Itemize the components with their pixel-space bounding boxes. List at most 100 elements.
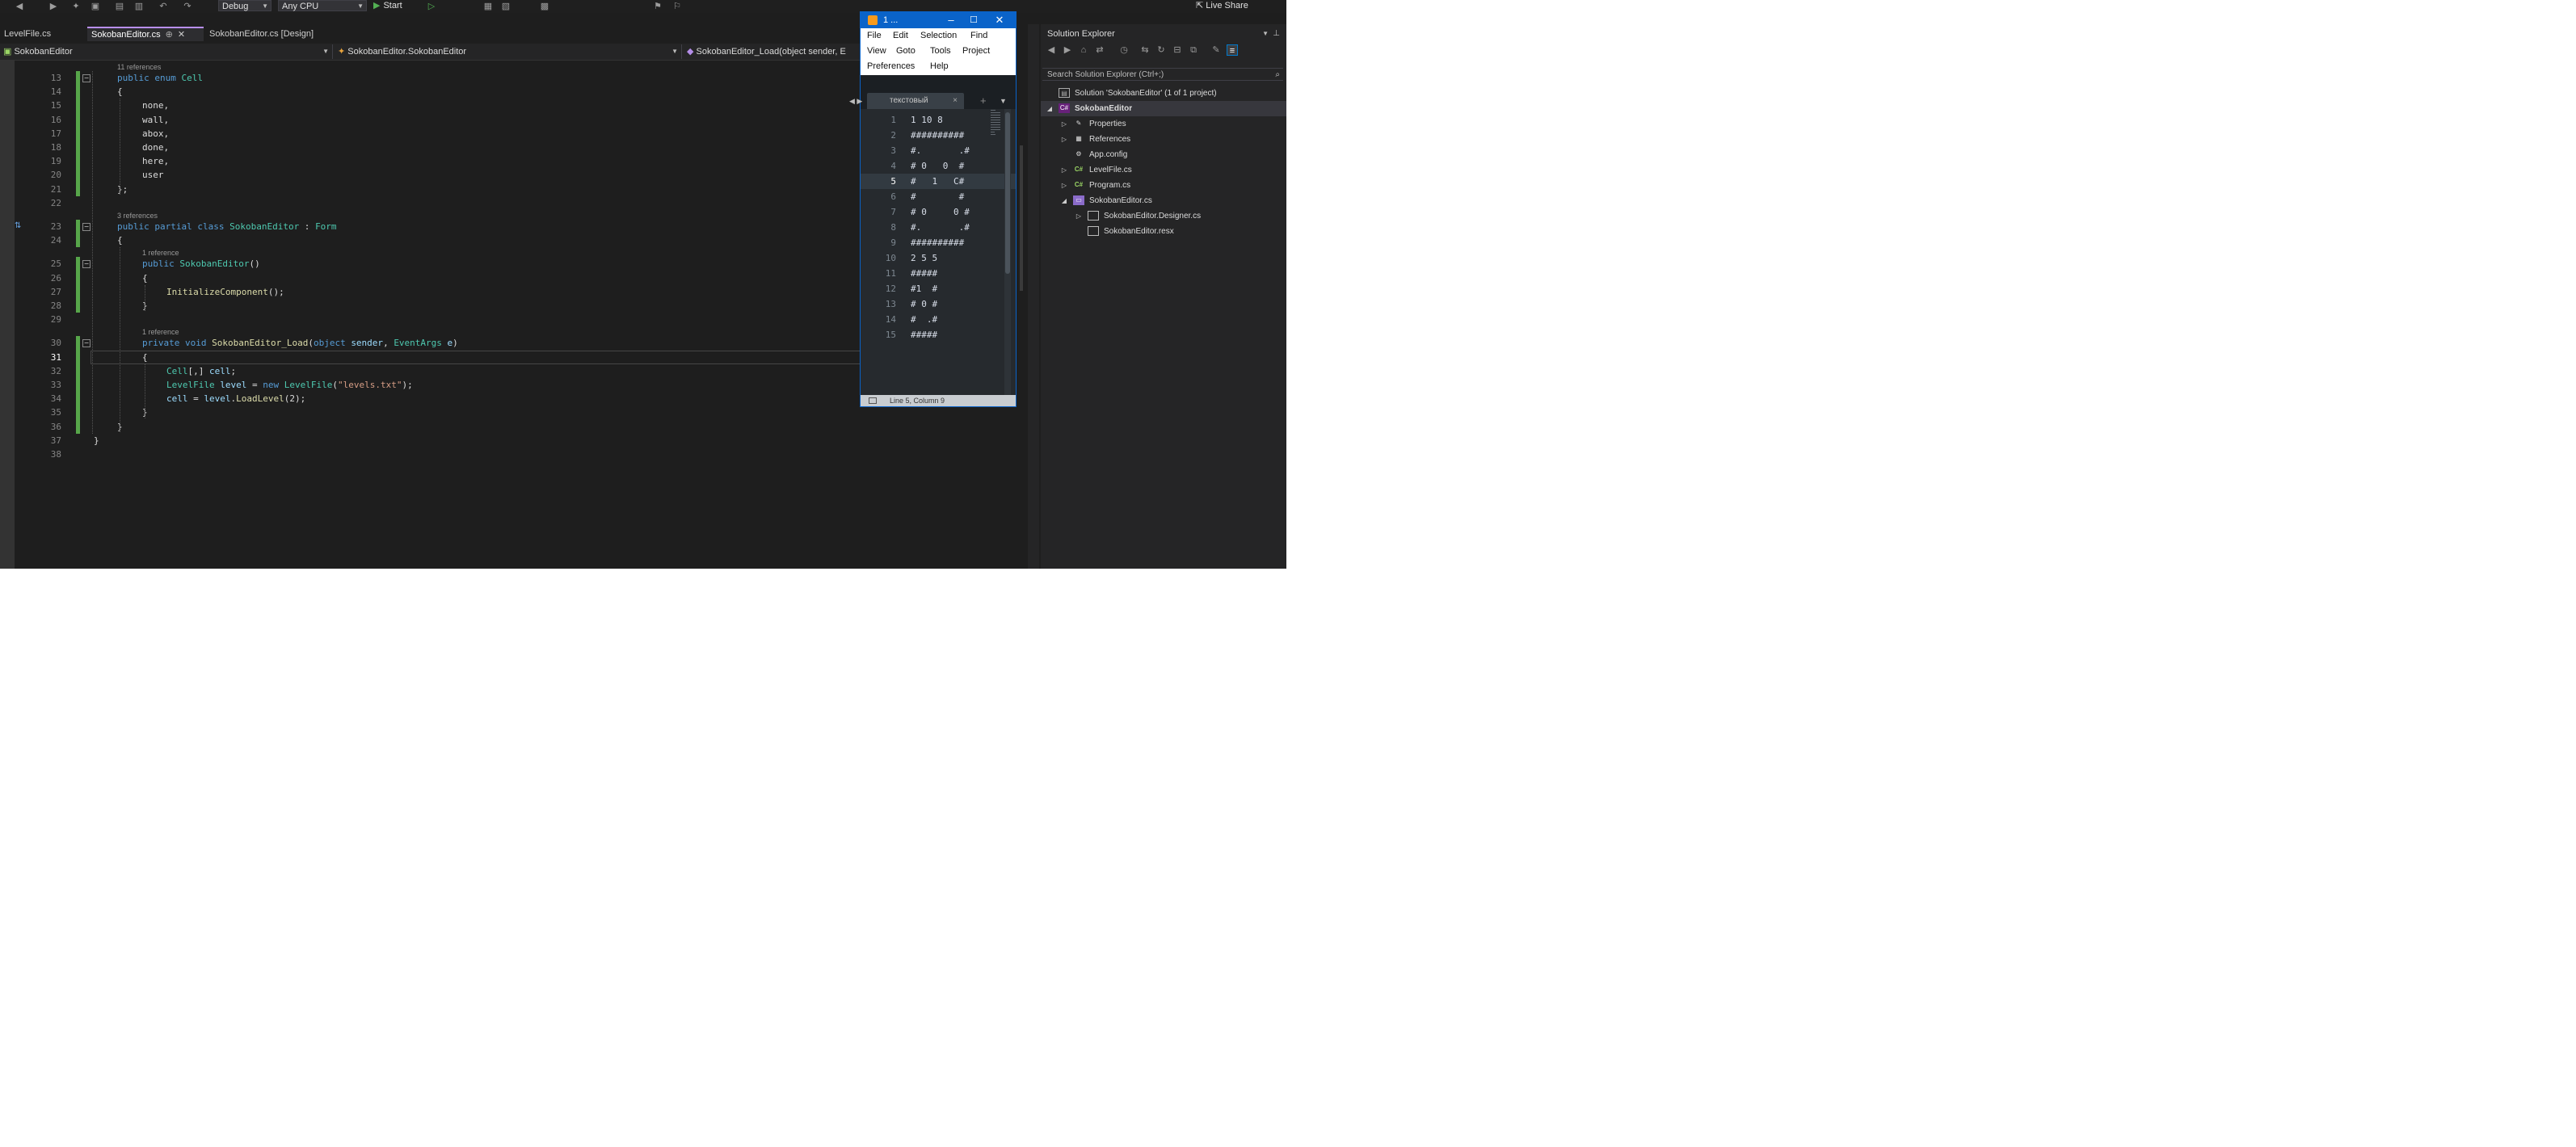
solution-search-input[interactable]: Search Solution Explorer (Ctrl+;) ⌕ <box>1042 68 1283 81</box>
line-number: 6 <box>890 191 896 202</box>
show-all-files-icon[interactable]: ⧉ <box>1188 44 1199 56</box>
code-token: cell <box>209 365 231 376</box>
layout-icon[interactable]: ▧ <box>501 2 511 11</box>
start-button[interactable]: ▶ Start <box>373 0 402 11</box>
code-text: private void SokobanEditor_Load(object s… <box>142 336 458 350</box>
save-all-icon[interactable]: ▥ <box>134 2 144 11</box>
collapsed-arrow-icon[interactable]: ▷ <box>1075 208 1083 224</box>
collapsed-arrow-icon[interactable]: ▷ <box>1060 116 1068 132</box>
tree-item[interactable]: ▷ SokobanEditor.Designer.cs <box>1041 208 1286 224</box>
forward-icon[interactable]: ▶ <box>1062 44 1073 56</box>
menu-find[interactable]: Find <box>970 30 987 41</box>
pin-icon[interactable]: ⊥ <box>1273 27 1280 40</box>
tree-item[interactable]: ▤ Solution 'SokobanEditor' (1 of 1 projec… <box>1041 86 1286 101</box>
line-number: 10 <box>885 253 896 263</box>
save-icon[interactable]: ▤ <box>115 2 124 11</box>
sync-icon[interactable]: ⇆ <box>1139 44 1151 56</box>
collapse-icon[interactable]: − <box>82 74 90 82</box>
code-token: sender <box>351 338 384 349</box>
text-line: 6 # # <box>861 189 1016 204</box>
back-icon[interactable]: ◀ <box>1046 44 1057 56</box>
tree-item[interactable]: ◢ C# SokobanEditor <box>1041 101 1286 116</box>
tree-item[interactable]: SokobanEditor.resx <box>1041 224 1286 239</box>
menu-tools[interactable]: Tools <box>930 45 951 57</box>
scrollbar-thumb[interactable] <box>1005 112 1010 274</box>
type-dropdown[interactable]: ✦ SokobanEditor.SokobanEditor ▼ <box>335 44 682 59</box>
add-tab-icon[interactable]: + <box>980 93 987 109</box>
menu-bar: File Edit Selection Find View Goto Tools… <box>861 28 1016 75</box>
project-dropdown[interactable]: ▣ SokobanEditor ▼ <box>0 44 333 59</box>
menu-help[interactable]: Help <box>930 61 949 72</box>
status-bar: Line 5, Column 9 <box>861 395 1016 406</box>
forward-icon[interactable]: ▶ <box>48 2 58 11</box>
menu-selection[interactable]: Selection <box>920 30 957 41</box>
maximize-icon[interactable]: ☐ <box>964 12 983 28</box>
properties-wrench-icon[interactable]: ✎ <box>1210 44 1222 56</box>
new-project-icon[interactable]: ✦ <box>71 2 81 11</box>
tab-sokobaneditor-design[interactable]: SokobanEditor.cs [Design] <box>205 27 367 41</box>
solution-icon: ▤ <box>1059 88 1070 98</box>
chevron-down-icon[interactable]: ▼ <box>1262 27 1269 40</box>
tree-item[interactable]: ▷ C# Program.cs <box>1041 178 1286 193</box>
minimize-icon[interactable]: – <box>941 12 961 28</box>
collapse-icon[interactable]: − <box>82 223 90 231</box>
tree-item[interactable]: ▷ ✎ Properties <box>1041 116 1286 132</box>
live-share-button[interactable]: ⇱ Live Share <box>1196 0 1248 11</box>
code-token: = <box>246 380 263 390</box>
redo-icon[interactable]: ↷ <box>183 2 192 11</box>
close-icon[interactable]: × <box>953 93 958 109</box>
file-tab[interactable]: ◀ ▶ текстовый × <box>849 93 964 109</box>
close-icon[interactable]: ✕ <box>178 30 185 40</box>
tree-item-label: SokobanEditor.resx <box>1104 227 1174 236</box>
undo-icon[interactable]: ↶ <box>158 2 168 11</box>
tab-sokobaneditor[interactable]: SokobanEditor.cs ⊕ ✕ <box>87 27 204 41</box>
menu-edit[interactable]: Edit <box>893 30 908 41</box>
back-icon[interactable]: ◀ <box>15 2 24 11</box>
collapse-icon[interactable]: − <box>82 339 90 348</box>
open-folder-icon[interactable]: ▣ <box>90 2 100 11</box>
chevron-down-icon[interactable]: ▼ <box>1000 93 1007 109</box>
collapsed-arrow-icon[interactable]: ▷ <box>1060 132 1068 147</box>
tab-nav-arrows-icon[interactable]: ◀ ▶ <box>849 93 862 109</box>
code-text: { <box>117 85 123 99</box>
menu-preferences[interactable]: Preferences <box>867 61 915 72</box>
menu-file[interactable]: File <box>867 30 882 41</box>
preview-selected-icon[interactable]: ≡ <box>1227 44 1238 56</box>
format-icon[interactable]: ▩ <box>540 2 549 11</box>
collapse-all-icon[interactable]: ⊟ <box>1172 44 1183 56</box>
start-without-debugging-icon[interactable]: ▷ <box>427 2 436 11</box>
tree-item[interactable]: ▷ C# LevelFile.cs <box>1041 162 1286 178</box>
close-icon[interactable]: ✕ <box>990 12 1009 28</box>
toolbox-icon[interactable]: ▦ <box>483 2 493 11</box>
menu-project[interactable]: Project <box>962 45 990 57</box>
platform-dropdown[interactable]: Any CPU ▼ <box>278 0 367 11</box>
bookmark-next-icon[interactable]: ⚐ <box>672 2 682 11</box>
collapse-icon[interactable]: − <box>82 260 90 269</box>
panel-toggle-icon[interactable] <box>869 397 877 404</box>
menu-goto[interactable]: Goto <box>896 45 915 57</box>
tab-levelfile[interactable]: LevelFile.cs <box>0 27 86 41</box>
tree-item[interactable]: ◢ ▭ SokobanEditor.cs <box>1041 193 1286 208</box>
tree-item[interactable]: ⚙ App.config <box>1041 147 1286 162</box>
line-text: #. .# <box>911 222 970 233</box>
home-icon[interactable]: ⌂ <box>1078 44 1089 56</box>
configuration-dropdown[interactable]: Debug ▼ <box>218 0 271 11</box>
code-text: none, <box>142 99 169 112</box>
expanded-arrow-icon[interactable]: ◢ <box>1060 193 1068 208</box>
text-scrollbar[interactable] <box>1004 109 1011 395</box>
panel-splitter[interactable] <box>1028 24 1039 569</box>
collapsed-arrow-icon[interactable]: ▷ <box>1060 162 1068 178</box>
expanded-arrow-icon[interactable]: ◢ <box>1046 101 1054 116</box>
pending-changes-icon[interactable]: ◷ <box>1118 44 1130 56</box>
editor-scrollbar[interactable] <box>1017 24 1028 569</box>
bookmark-icon[interactable]: ⚑ <box>653 2 663 11</box>
text-area[interactable]: 11 10 8 2 ########## 3 #. .# 4 # 0 0 #5 # 1 C# 6… <box>861 109 1016 395</box>
window-title-bar[interactable]: 1 ... – ☐ ✕ <box>861 12 1016 28</box>
pin-icon[interactable]: ⊕ <box>166 30 173 40</box>
collapsed-arrow-icon[interactable]: ▷ <box>1060 178 1068 193</box>
switch-views-icon[interactable]: ⇄ <box>1094 44 1105 56</box>
tree-item[interactable]: ▷ ▦ References <box>1041 132 1286 147</box>
refresh-icon[interactable]: ↻ <box>1155 44 1167 56</box>
menu-view[interactable]: View <box>867 45 886 57</box>
code-token: { <box>142 272 148 284</box>
